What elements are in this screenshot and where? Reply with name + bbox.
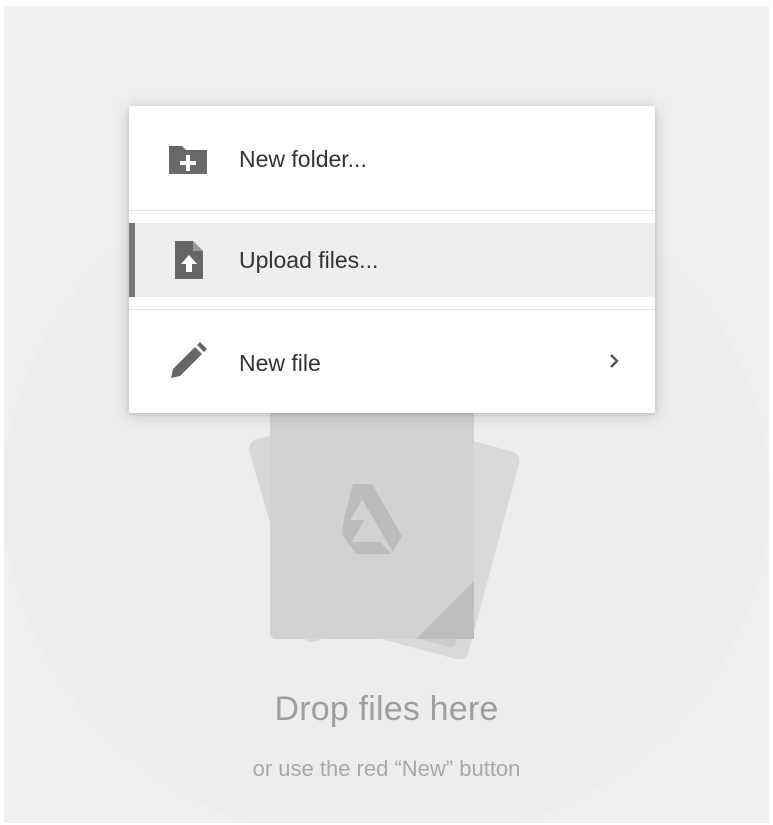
menu-item-label: New folder... <box>239 146 367 172</box>
front-card <box>270 411 474 639</box>
menu-item-label: Upload files... <box>239 247 379 273</box>
menu-item-new-file[interactable]: New file <box>129 310 655 413</box>
folder-plus-icon <box>169 146 207 174</box>
chevron-right-icon <box>610 354 619 368</box>
file-upload-icon <box>175 241 203 279</box>
drop-files-subtitle: or use the red “New” button <box>252 756 521 781</box>
drop-files-title: Drop files here <box>274 690 499 728</box>
menu-item-new-folder[interactable]: New folder... <box>129 106 655 210</box>
menu-divider <box>129 210 655 211</box>
menu-item-label: New file <box>239 350 321 376</box>
drop-zone-area[interactable]: Drop files here or use the red “New” but… <box>4 6 769 823</box>
pencil-icon <box>171 342 207 378</box>
selection-indicator <box>129 223 135 297</box>
menu-item-upload-files[interactable]: Upload files... <box>129 223 655 297</box>
new-item-menu: New folder... Upload files... New file <box>129 106 655 413</box>
